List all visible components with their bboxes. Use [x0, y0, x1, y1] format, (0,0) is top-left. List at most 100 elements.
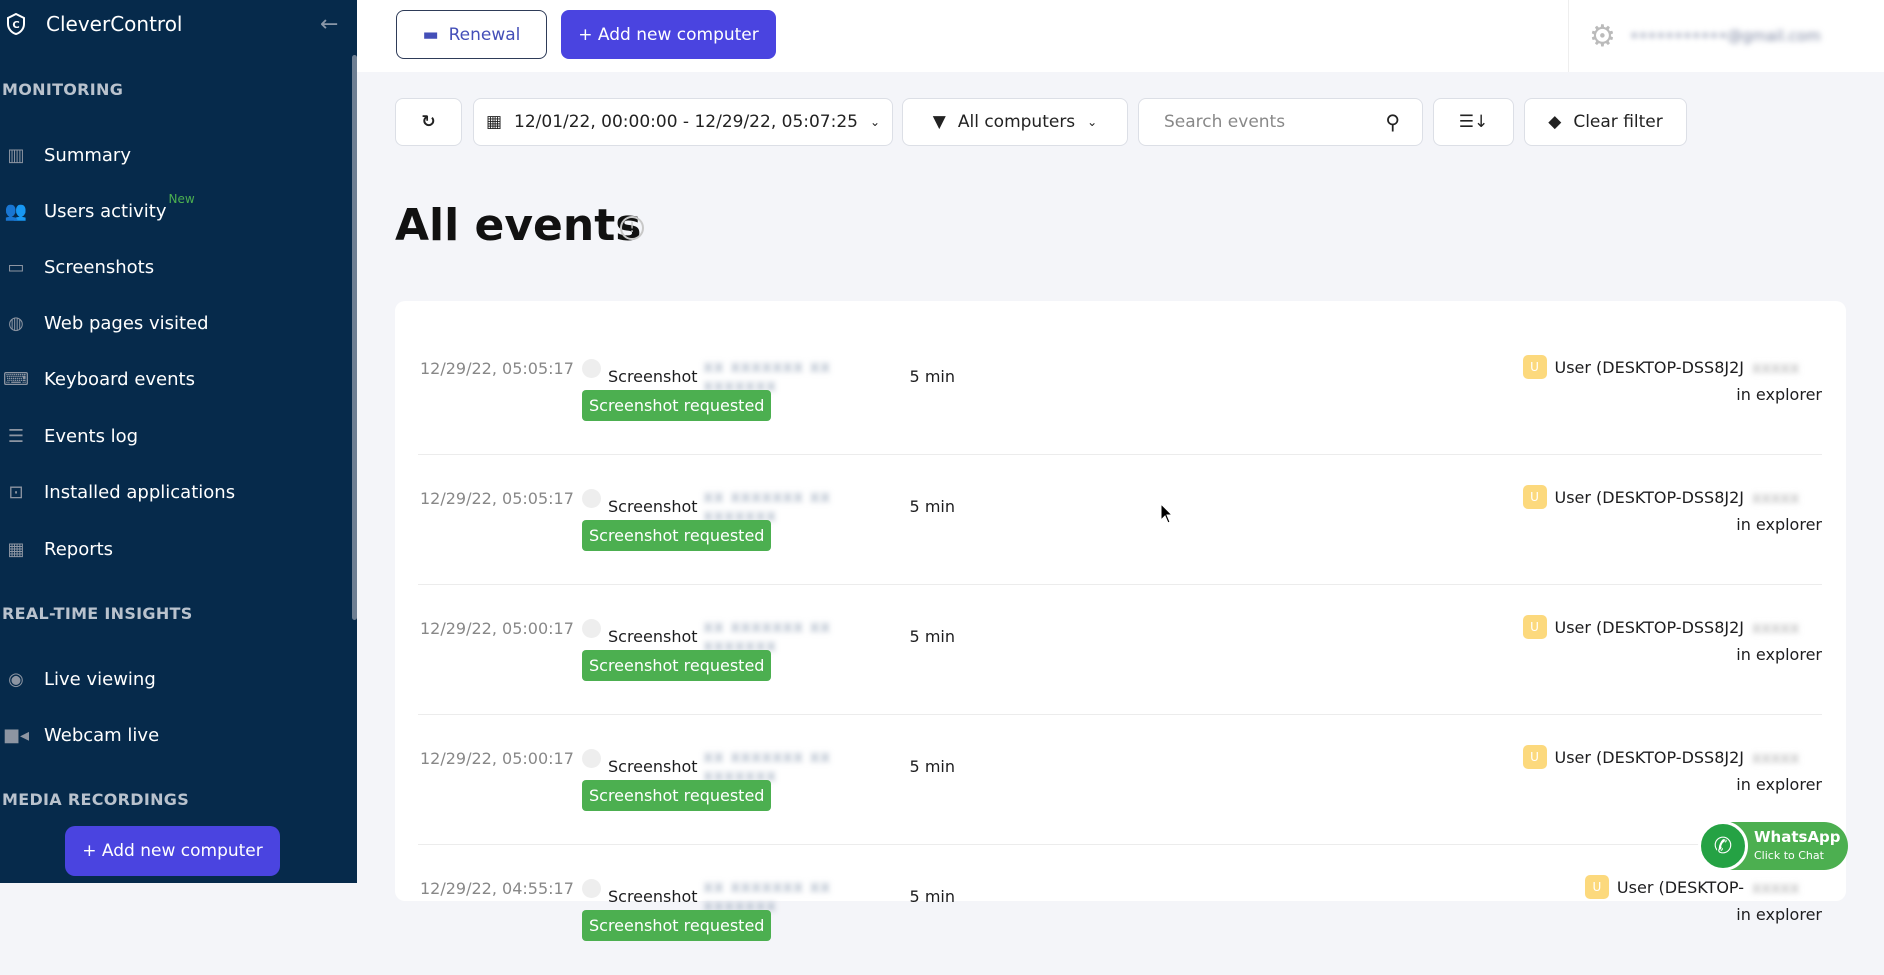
avatar: U	[1522, 615, 1547, 639]
label: Screenshots	[44, 256, 155, 278]
label: Live viewing	[44, 668, 156, 690]
label: Web pages visited	[44, 312, 209, 334]
user-hidden: xxxxx	[1752, 357, 1800, 377]
sort-icon: ☰↓	[1458, 112, 1489, 132]
refresh-button[interactable]: ↻	[395, 98, 462, 146]
sidebar-item-summary[interactable]: ▥ Summary	[2, 140, 131, 170]
computers-filter[interactable]: ▼ All computers ⌄	[902, 98, 1128, 146]
avatar: U	[1522, 355, 1547, 379]
event-row[interactable]: 12/29/22, 04:55:17 Screenshot xx xxxxxxx …	[418, 845, 1822, 975]
status-badge: Screenshot requested	[582, 520, 772, 551]
video-camera-icon: ■◂	[2, 724, 30, 746]
screenshot-thumb-icon[interactable]	[582, 749, 601, 768]
download-box-icon: ⊡	[8, 481, 24, 503]
new-badge: New	[168, 192, 195, 206]
label: Renewal	[448, 24, 521, 45]
event-type: Screenshot	[608, 756, 698, 776]
grid-icon: ▦	[7, 538, 25, 560]
event-duration: 5 min	[909, 756, 955, 776]
event-type: Screenshot	[608, 496, 698, 516]
sidebar-item-screenshots[interactable]: ▭ Screenshots	[2, 252, 154, 282]
event-app: in explorer	[1736, 775, 1822, 794]
label: Webcam live	[44, 724, 160, 746]
event-duration: 5 min	[909, 886, 955, 906]
search-box[interactable]: Search events ⚲	[1138, 98, 1423, 146]
avatar: U	[1584, 875, 1609, 899]
event-app: in explorer	[1736, 645, 1822, 664]
globe-icon: ◍	[8, 312, 24, 334]
event-row[interactable]: 12/29/22, 05:05:17 Screenshot xx xxxxxxx …	[418, 455, 1822, 585]
keyboard-icon: ⌨	[3, 368, 29, 390]
event-type: Screenshot	[608, 886, 698, 906]
status-badge: Screenshot requested	[582, 390, 772, 421]
event-duration: 5 min	[909, 496, 955, 516]
eye-icon: ◉	[8, 668, 24, 690]
brand-name: CleverControl	[46, 12, 183, 36]
renewal-button[interactable]: ▬ Renewal	[396, 10, 547, 59]
chevron-down-icon: ⌄	[869, 115, 881, 129]
brand[interactable]: C CleverControl	[6, 12, 182, 36]
card-icon: ▬	[422, 24, 439, 45]
user-name: User (DESKTOP-DSS8J2J	[1554, 617, 1745, 637]
clear-filter-button[interactable]: ◆ Clear filter	[1524, 98, 1687, 146]
chart-icon: ▥	[7, 144, 25, 166]
sidebar-item-installed-apps[interactable]: ⊡ Installed applications	[2, 477, 235, 507]
whatsapp-title: WhatsApp	[1754, 827, 1841, 846]
label: Reports	[44, 538, 114, 560]
event-app: in explorer	[1736, 385, 1822, 404]
whatsapp-icon: ✆	[1698, 821, 1748, 871]
search-icon[interactable]: ⚲	[1385, 110, 1400, 134]
label: Installed applications	[44, 481, 236, 503]
sort-button[interactable]: ☰↓	[1433, 98, 1514, 146]
status-badge: Screenshot requested	[582, 780, 772, 811]
screenshot-thumb-icon[interactable]	[582, 489, 601, 508]
event-type: Screenshot	[608, 626, 698, 646]
event-time: 12/29/22, 05:00:17	[420, 619, 574, 638]
add-computer-button[interactable]: + Add new computer	[561, 10, 776, 59]
info-icon[interactable]: !	[620, 216, 644, 240]
sidebar-item-web-pages[interactable]: ◍ Web pages visited	[2, 308, 209, 338]
sidebar-scrollbar[interactable]	[352, 55, 357, 620]
whatsapp-sub: Click to Chat	[1754, 849, 1824, 863]
event-row[interactable]: 12/29/22, 05:00:17 Screenshot xx xxxxxxx …	[418, 715, 1822, 845]
computers-value: All computers	[957, 112, 1076, 132]
label: Users activity	[44, 200, 167, 222]
filter-icon: ▼	[932, 112, 946, 132]
sidebar-item-keyboard[interactable]: ⌨ Keyboard events	[2, 364, 195, 394]
label: Events log	[44, 425, 139, 447]
sidebar-item-webcam[interactable]: ■◂ Webcam live	[2, 720, 159, 750]
mouse-cursor-icon	[1160, 503, 1174, 524]
date-range-picker[interactable]: ▦ 12/01/22, 00:00:00 - 12/29/22, 05:07:25…	[473, 98, 893, 146]
screenshot-thumb-icon[interactable]	[582, 619, 601, 638]
user-name: User (DESKTOP-	[1616, 877, 1744, 897]
section-media: MEDIA RECORDINGS	[2, 790, 190, 809]
event-row[interactable]: 12/29/22, 05:05:17 Screenshot xx xxxxxxx …	[418, 325, 1822, 455]
sidebar-add-computer-button[interactable]: + Add new computer	[65, 826, 280, 876]
status-badge: Screenshot requested	[582, 650, 772, 681]
topbar: ▬ Renewal + Add new computer ⚙ •••••••••••…	[357, 0, 1884, 72]
account-email: •••••••••••@gmail.com	[1629, 27, 1821, 45]
chevron-down-icon: ⌄	[1087, 115, 1098, 129]
account-menu[interactable]: ⚙ •••••••••••@gmail.com	[1568, 0, 1821, 72]
sidebar-item-events-log[interactable]: ☰ Events log	[2, 421, 138, 451]
collapse-sidebar-icon[interactable]: ←	[320, 12, 338, 37]
event-row[interactable]: 12/29/22, 05:00:17 Screenshot xx xxxxxxx …	[418, 585, 1822, 715]
user-hidden: xxxxx	[1752, 487, 1800, 507]
event-user: U User (DESKTOP-DSS8J2J xxxxx	[1522, 745, 1823, 769]
sidebar-item-reports[interactable]: ▦ Reports	[2, 534, 113, 564]
event-user: U User (DESKTOP-DSS8J2J xxxxx	[1522, 355, 1823, 379]
screenshot-thumb-icon[interactable]	[582, 359, 601, 378]
events-list: 12/29/22, 05:05:17 Screenshot xx xxxxxxx …	[395, 301, 1846, 941]
search-input[interactable]: Search events	[1164, 112, 1285, 132]
label: Summary	[44, 144, 131, 166]
users-icon: 👥	[4, 200, 28, 222]
event-duration: 5 min	[909, 626, 955, 646]
sidebar-item-live-viewing[interactable]: ◉ Live viewing	[2, 664, 156, 694]
screenshot-thumb-icon[interactable]	[582, 879, 601, 898]
sidebar-item-users-activity[interactable]: 👥 Users activity New	[2, 192, 195, 226]
monitor-icon: ▭	[7, 256, 25, 278]
page-title: All events	[395, 200, 642, 251]
event-time: 12/29/22, 05:05:17	[420, 359, 574, 378]
gear-icon[interactable]: ⚙	[1589, 19, 1616, 54]
whatsapp-chat-button[interactable]: ✆ WhatsApp Click to Chat	[1698, 821, 1848, 871]
